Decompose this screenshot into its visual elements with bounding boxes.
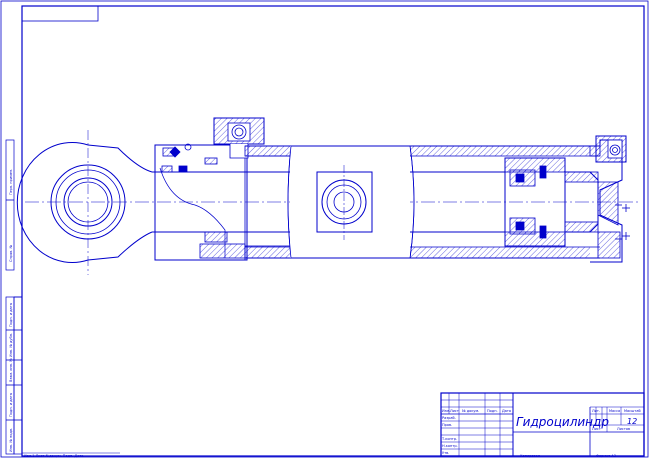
role-developer: Разраб. [442, 416, 456, 420]
trunnion-block [287, 145, 415, 259]
role-checker: Пров. [442, 423, 452, 427]
sheets-label: Листов [617, 427, 630, 431]
stamp-label-sign: Подп. [487, 409, 498, 413]
side-label-reference: Справ. № [9, 245, 13, 262]
stamp-label-doc-no: № докум. [462, 409, 479, 413]
footer-left-note: Изм.1 Лист №докум. Подп. Дата [24, 454, 84, 458]
rod-eye [16, 130, 153, 275]
drawing-sheet: Перв. примен. Справ. № Подп. и дата Инв.… [0, 0, 650, 459]
rear-head [589, 135, 627, 263]
role-tech-control: Т.контр. [441, 437, 457, 441]
mass-header: Масса [609, 409, 620, 413]
stamp-label-date: Дата [502, 409, 511, 413]
letter-header: Лит. [592, 409, 600, 413]
sheet-label: Лист [592, 427, 601, 431]
stamp-label-change: Изм. [442, 409, 450, 413]
role-norm-control: Н.контр. [442, 444, 458, 448]
role-approver: Утв. [442, 451, 449, 455]
side-label-sign-date-2: Подп. и дата [9, 393, 13, 417]
side-label-orig-inv: Инв. № подл. [9, 428, 13, 452]
side-label-first-use: Перв. примен. [9, 169, 13, 195]
side-label-sign-date-1: Подп. и дата [9, 303, 13, 327]
format-label: Формат А3 [596, 454, 616, 458]
side-label-dup-inv: Инв. № дубл. [9, 333, 13, 357]
copied-label: Копировал [520, 454, 540, 458]
sheet-number: 12 [627, 417, 637, 426]
stamp-label-sheet: Лист [450, 409, 459, 413]
scale-header: Масштаб [624, 409, 641, 413]
side-label-replace-inv: Взам. инв. № [9, 358, 13, 382]
